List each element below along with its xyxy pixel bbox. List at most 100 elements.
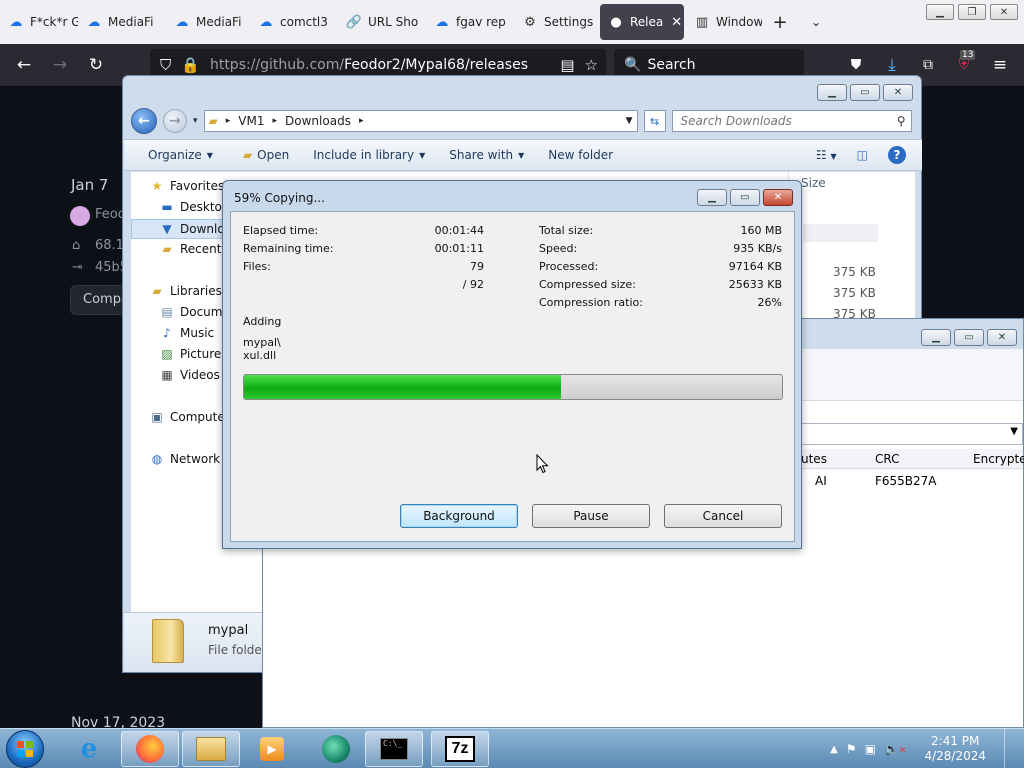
bookmark-star-icon[interactable]: ☆ xyxy=(585,56,598,74)
action-center-flag-icon[interactable]: ⚑ xyxy=(846,742,857,756)
breadcrumb-downloads[interactable]: Downloads xyxy=(285,114,351,128)
network-status-icon[interactable]: ▣ xyxy=(865,742,876,756)
column-attributes[interactable]: utes xyxy=(801,452,827,466)
tab-5[interactable]: 🔗 URL Sho xyxy=(338,0,426,44)
maximize-button[interactable]: ▭ xyxy=(730,189,760,206)
search-icon: ⚲ xyxy=(896,114,906,128)
tab-2[interactable]: ☁ MediaFi xyxy=(78,0,166,44)
new-tab-button[interactable]: + xyxy=(762,0,798,44)
column-header-size[interactable]: Size xyxy=(801,176,826,190)
organize-button[interactable]: Organize ▼ xyxy=(148,148,213,162)
nav-favorites[interactable]: ★ Favorites xyxy=(149,179,225,193)
taskbar-explorer[interactable] xyxy=(182,731,240,767)
badge-count: 13 xyxy=(960,50,976,60)
start-button[interactable] xyxy=(6,730,44,768)
explorer-window-controls: ▁ ▭ ✕ xyxy=(817,84,913,101)
clock[interactable]: 2:41 PM 4/28/2024 xyxy=(924,734,986,764)
show-desktop-button[interactable] xyxy=(1004,729,1016,768)
nav-desktop[interactable]: ▬ Desktop xyxy=(159,200,229,214)
taskbar-app-green[interactable] xyxy=(307,731,365,767)
maximize-button[interactable]: ▭ xyxy=(850,84,880,101)
maximize-button[interactable]: ▭ xyxy=(954,329,984,346)
close-window-button[interactable]: ✕ xyxy=(990,4,1018,20)
column-encrypted[interactable]: Encrypte xyxy=(973,452,1024,466)
include-in-library-button[interactable]: Include in library ▼ xyxy=(313,148,425,162)
nav-network[interactable]: ◍ Network xyxy=(149,452,220,466)
compare-button[interactable]: Compa xyxy=(70,285,130,315)
preview-pane-icon[interactable]: ◫ xyxy=(857,148,868,162)
background-button[interactable]: Background xyxy=(400,504,518,528)
clock-time: 2:41 PM xyxy=(931,734,980,748)
address-bar[interactable]: ▰ ▸ VM1 ▸ Downloads ▸ ▼ xyxy=(203,110,638,132)
tab-3[interactable]: ☁ MediaFi xyxy=(166,0,250,44)
nav-pictures[interactable]: ▨ Pictures xyxy=(159,347,227,361)
downloads-folder-icon: ▼ xyxy=(162,222,172,236)
pause-button[interactable]: Pause xyxy=(532,504,650,528)
shield-icon[interactable]: ⛉ xyxy=(160,56,171,74)
url-text[interactable]: https://github.com/Feodor2/Mypal68/relea… xyxy=(210,57,550,73)
taskbar-ie[interactable]: e xyxy=(60,731,118,767)
tab-1[interactable]: ☁ F*ck*r G xyxy=(0,0,79,44)
chevron-down-icon[interactable]: ▼ xyxy=(1010,426,1018,437)
nav-computer[interactable]: ▣ Compute xyxy=(149,410,224,424)
share-with-button[interactable]: Share with ▼ xyxy=(449,148,524,162)
taskbar: e ▶ C:\_ 7z ▲ ⚑ ▣ 🔈✕ 2:41 PM 4/28/2024 xyxy=(0,728,1024,768)
forward-button[interactable]: → xyxy=(42,49,78,81)
close-button[interactable]: ✕ xyxy=(883,84,913,101)
views-icon[interactable]: ☷ ▼ xyxy=(816,148,837,162)
taskbar-firefox[interactable] xyxy=(121,731,179,767)
tab-6[interactable]: ☁ fgav rep xyxy=(426,0,514,44)
clock-date: 4/28/2024 xyxy=(924,749,986,763)
list-tabs-button[interactable]: ⌄ xyxy=(798,0,834,44)
nav-videos[interactable]: ▦ Videos xyxy=(159,368,220,382)
refresh-button[interactable]: ⇆ xyxy=(643,110,666,132)
reader-view-icon[interactable]: ▤ xyxy=(560,56,574,74)
new-folder-button[interactable]: New folder xyxy=(548,148,613,162)
back-button[interactable]: ← xyxy=(131,108,157,134)
chevron-down-icon[interactable]: ▼ xyxy=(626,116,633,126)
close-button[interactable]: ✕ xyxy=(987,329,1017,346)
nav-libraries[interactable]: ▰ Libraries xyxy=(149,284,221,298)
open-folder-icon: ▰ xyxy=(242,148,253,162)
close-icon[interactable]: ✕ xyxy=(671,15,682,30)
close-button[interactable]: ✕ xyxy=(763,189,793,206)
taskbar-cmd[interactable]: C:\_ xyxy=(365,731,423,767)
menu-icon[interactable]: ≡ xyxy=(982,49,1018,81)
minimize-button[interactable]: ▁ xyxy=(697,189,727,206)
search-input[interactable]: Search Downloads ⚲ xyxy=(671,110,912,132)
chevron-right-icon: ▸ xyxy=(225,116,231,126)
search-icon: 🔍 xyxy=(624,57,642,73)
recent-pages-icon[interactable]: ▾ xyxy=(193,116,198,126)
nav-documents[interactable]: ▤ Docume xyxy=(159,305,230,319)
help-icon[interactable]: ? xyxy=(888,146,906,164)
taskbar-7zip[interactable]: 7z xyxy=(431,731,489,767)
pictures-icon: ▨ xyxy=(161,347,173,361)
volume-muted-icon[interactable]: 🔈✕ xyxy=(884,742,907,756)
elapsed-value: 00:01:44 xyxy=(434,224,484,237)
cancel-button[interactable]: Cancel xyxy=(664,504,782,528)
back-button[interactable]: ← xyxy=(6,49,42,81)
details-type: File folder xyxy=(208,643,267,657)
lock-icon[interactable]: 🔒 xyxy=(181,56,200,74)
reload-button[interactable]: ↻ xyxy=(78,49,114,81)
tab-4[interactable]: ☁ comctl3 xyxy=(250,0,338,44)
forward-button[interactable]: → xyxy=(163,109,187,133)
chevron-down-icon: ▼ xyxy=(419,150,426,160)
tab-releases[interactable]: ● Relea ✕ xyxy=(600,4,684,40)
tab-settings[interactable]: ⚙ Settings xyxy=(514,0,598,44)
taskbar-media[interactable]: ▶ xyxy=(243,731,301,767)
view-tools: ☷ ▼ ◫ ? xyxy=(816,146,906,164)
restore-button[interactable]: ❐ xyxy=(958,4,986,20)
breadcrumb-vm1[interactable]: VM1 xyxy=(238,114,264,128)
minimize-button[interactable]: ▁ xyxy=(817,84,847,101)
open-button[interactable]: ▰ Open xyxy=(243,148,289,162)
tag-label[interactable]: 68.1 xyxy=(95,238,124,253)
nav-music[interactable]: ♪ Music xyxy=(159,326,214,340)
minimize-button[interactable]: ▁ xyxy=(921,329,951,346)
column-crc[interactable]: CRC xyxy=(875,452,900,466)
minimize-button[interactable]: ▁ xyxy=(926,4,954,20)
chevron-right-icon: ▸ xyxy=(272,116,278,126)
cloud-icon: ☁ xyxy=(87,14,101,30)
tab-9[interactable]: ▥ Window xyxy=(686,0,762,44)
show-hidden-icons-icon[interactable]: ▲ xyxy=(830,744,838,755)
